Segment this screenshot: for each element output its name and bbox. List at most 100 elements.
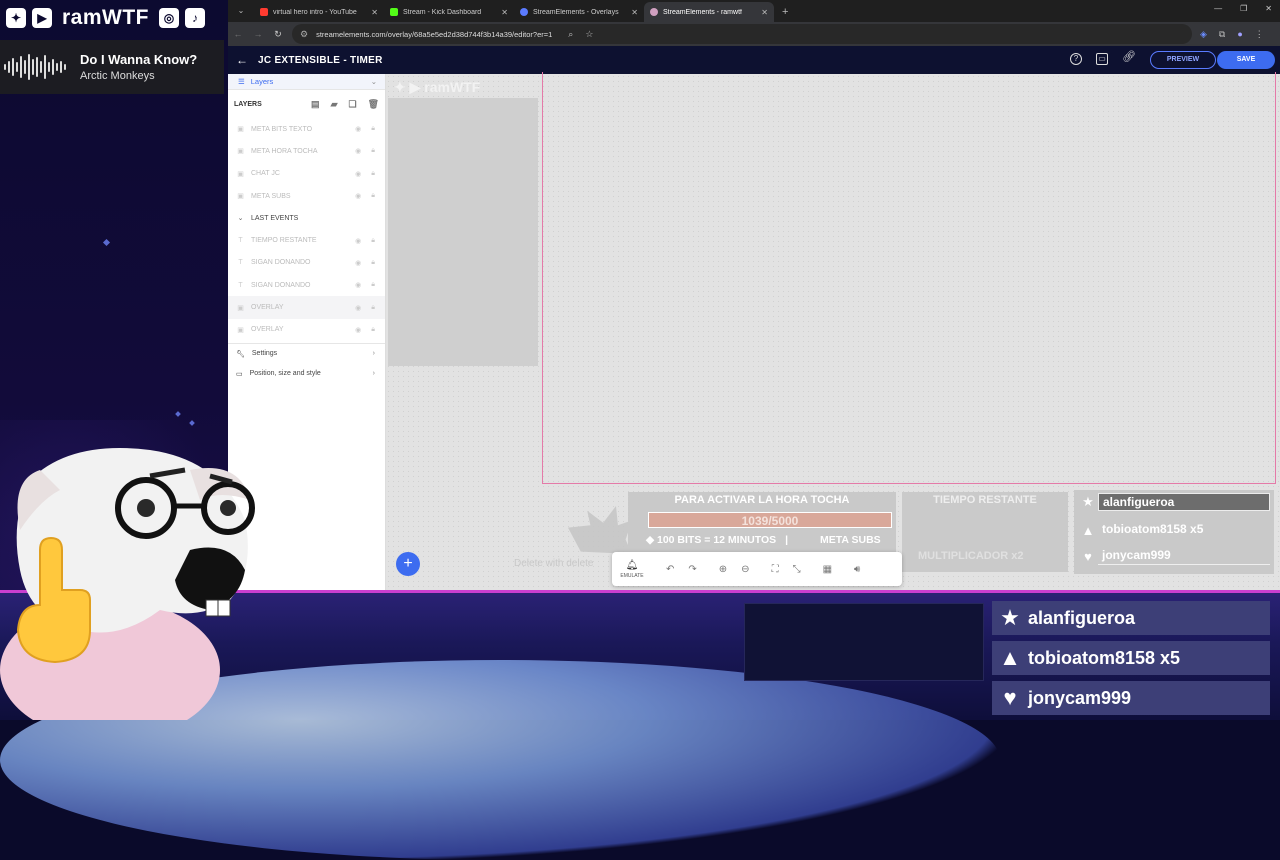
last-events-widget[interactable]: ★ alanfigueroa ▲ tobioatom8158 x5 ♥ jony… [1074,490,1274,574]
zoom-out-icon[interactable]: ⊖ [741,564,749,575]
browser-tab-active[interactable]: StreamElements - ramwtf ✕ [644,2,774,22]
redo-icon[interactable]: ↷ [688,564,696,575]
position-row[interactable]: ▭ Position, size and style › [228,364,385,384]
layer-item[interactable]: ▣ CHAT JC ◉ 🔒︎ [228,163,385,185]
layer-name: OVERLAY [251,326,284,334]
visibility-icon[interactable]: ◉ [355,259,361,267]
preview-button[interactable]: PREVIEW [1150,51,1216,69]
channel-name: ramWTF [62,6,149,29]
star-decoration [175,411,181,417]
back-icon[interactable]: ← [228,29,248,39]
tab-title: StreamElements - ramwtf [663,8,742,16]
layer-name: META SUBS [251,192,291,200]
editor-canvas[interactable]: ✦ ▶ ramWTF PARA ACTIVAR LA HORA TOCHA 10… [386,72,1280,590]
forward-icon[interactable]: → [248,29,268,39]
close-tab-icon[interactable]: ✕ [371,8,378,17]
tab-search-icon[interactable]: ⌄ [232,3,250,19]
layer-item[interactable]: ▣ OVERLAY ◉ 🔒︎ [228,319,385,341]
text-layer-icon: T [238,281,243,289]
tab-title: virtual hero intro - YouTube [273,8,357,16]
layer-item[interactable]: ▣ META SUBS ◉ 🔒︎ [228,185,385,207]
layer-item[interactable]: ▣ META BITS TEXTO ◉ 🔒︎ [228,118,385,140]
visibility-icon[interactable]: ◉ [355,326,361,334]
lock-icon[interactable]: 🔒︎ [371,125,375,133]
emulate-button[interactable]: 🔔︎ EMULATE [612,560,652,579]
lock-icon[interactable]: 🔒︎ [371,281,375,289]
lock-icon[interactable]: 🔒︎ [371,237,375,245]
settings-row[interactable]: 🔧︎ Settings › [228,344,385,364]
close-tab-icon[interactable]: ✕ [501,8,508,17]
fit-screen-icon[interactable]: ⛶ [772,564,779,575]
monitor-icon[interactable]: ▭ [1096,53,1108,65]
lock-icon[interactable]: 🔒︎ [371,147,375,155]
image-layer-icon: ▣ [237,193,244,201]
duplicate-icon[interactable]: ❏ [348,99,356,110]
visibility-icon[interactable]: ◉ [355,304,361,312]
zoom-in-icon[interactable]: ⊕ [719,564,727,575]
layer-item[interactable]: ▣ OVERLAY ◉ 🔒︎ [228,296,385,319]
multiplicador-text: MULTIPLICADOR x2 [918,550,1024,562]
profile-icon[interactable]: ● [1237,29,1242,40]
chevron-down-icon[interactable]: ⌄ [371,77,377,86]
layer-item[interactable]: ▣ META HORA TOCHA ◉ 🔒︎ [228,140,385,162]
extensions-puzzle-icon[interactable]: ⧉ [1219,29,1225,40]
event-row: ★ alanfigueroa [992,601,1270,635]
minimize-icon[interactable]: — [1214,4,1222,13]
layer-name: OVERLAY [251,304,284,312]
delete-hint: Delete with delete [514,558,594,569]
layer-name: TIEMPO RESTANTE [251,237,317,245]
new-group-icon[interactable]: ▤ [311,99,320,110]
add-widget-button[interactable]: + [396,552,420,576]
bookmark-star-icon[interactable]: ☆ [585,29,593,40]
help-icon[interactable]: ? [1070,53,1082,65]
browser-tab[interactable]: StreamElements - Overlays ✕ [514,2,644,22]
visibility-icon[interactable]: ◉ [355,281,361,289]
grid-icon[interactable]: ▦ [823,564,832,575]
heart-icon: ♥ [1084,548,1092,564]
lock-icon[interactable]: 🔒︎ [371,259,375,267]
lock-icon[interactable]: 🔒︎ [371,304,375,312]
lock-icon[interactable]: 🔒︎ [371,192,375,200]
layer-group[interactable]: ⌄ LAST EVENTS [228,207,385,229]
undo-icon[interactable]: ↶ [666,564,674,575]
ghost-channel-bar: ✦ ▶ ramWTF [388,76,538,98]
trash-icon[interactable]: 🗑︎ [368,99,379,110]
site-info-icon[interactable]: ⚙ [300,29,308,40]
browser-tab[interactable]: Stream - Kick Dashboard ✕ [384,2,514,22]
editor-header: ← JC EXTENSIBLE - TIMER ? ▭ 🔗︎ PREVIEW S… [228,46,1280,74]
shrink-icon[interactable]: ⤡ [793,564,801,575]
reload-icon[interactable]: ↻ [268,29,288,40]
volume-icon[interactable]: 🔊︎ [854,564,860,575]
layers-tab[interactable]: ☰ Layers ⌄ [228,74,385,90]
browser-tab[interactable]: virtual hero intro - YouTube ✕ [254,2,384,22]
close-tab-icon[interactable]: ✕ [761,8,768,17]
restore-icon[interactable]: ❐ [1240,4,1247,13]
layer-item[interactable]: T TIEMPO RESTANTE ◉ 🔒︎ [228,229,385,251]
new-tab-icon[interactable]: + [782,6,788,18]
visibility-icon[interactable]: ◉ [355,192,361,200]
tiempo-restante-widget[interactable]: TIEMPO RESTANTE MULTIPLICADOR x2 [902,492,1068,572]
menu-dots-icon[interactable]: ⋮ [1255,29,1264,40]
layer-item[interactable]: T SIGAN DONANDO ◉ 🔒︎ [228,252,385,274]
lock-icon[interactable]: 🔒︎ [371,170,375,178]
meta-hora-tocha-widget[interactable]: PARA ACTIVAR LA HORA TOCHA 1039/5000 ◆ 1… [628,492,896,552]
url-field[interactable]: ⚙ streamelements.com/overlay/68a5e5ed2d3… [292,24,1192,44]
visibility-icon[interactable]: ◉ [355,237,361,245]
visibility-icon[interactable]: ◉ [355,147,361,155]
close-window-icon[interactable]: ✕ [1265,4,1272,13]
extension-icon[interactable]: ◈ [1200,29,1207,40]
position-label: Position, size and style [249,370,321,378]
layer-item[interactable]: T SIGAN DONANDO ◉ 🔒︎ [228,274,385,296]
streamelements-favicon-icon [650,8,658,16]
visibility-icon[interactable]: ◉ [355,125,361,133]
visibility-icon[interactable]: ◉ [355,170,361,178]
lock-icon[interactable]: 🔒︎ [371,326,375,334]
save-button[interactable]: SAVE [1217,51,1275,69]
close-tab-icon[interactable]: ✕ [631,8,638,17]
folder-icon[interactable]: ▰ [331,99,338,110]
link-icon[interactable]: 🔗︎ [1122,52,1136,65]
tiempo-title: TIEMPO RESTANTE [933,494,1037,506]
back-arrow-icon[interactable]: ← [236,53,248,67]
zoom-icon[interactable]: ⌕ [568,29,573,40]
chevron-down-icon[interactable]: ⌄ [236,214,245,222]
